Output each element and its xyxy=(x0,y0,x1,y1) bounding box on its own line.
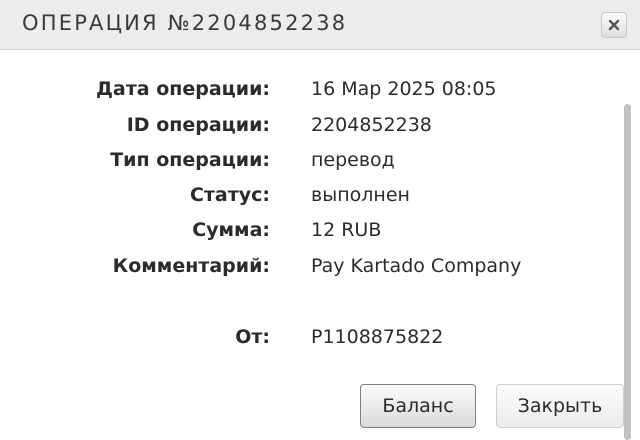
close-dialog-button[interactable]: Закрыть xyxy=(496,384,624,428)
detail-row-comment: Комментарий: Pay Kartado Company xyxy=(0,251,620,281)
type-value: перевод xyxy=(311,149,395,171)
close-button[interactable] xyxy=(601,12,627,38)
comment-label: Комментарий: xyxy=(112,255,270,277)
id-label: ID операции: xyxy=(126,114,270,136)
balance-button[interactable]: Баланс xyxy=(360,384,476,428)
date-label: Дата операции: xyxy=(96,78,270,100)
type-label: Тип операции: xyxy=(110,149,270,171)
detail-row-amount: Сумма: 12 RUB xyxy=(0,215,620,245)
detail-row-type: Тип операции: перевод xyxy=(0,145,620,175)
id-value: 2204852238 xyxy=(311,114,432,136)
status-label: Статус: xyxy=(189,184,270,206)
detail-row-date: Дата операции: 16 Мар 2025 08:05 xyxy=(0,74,620,104)
detail-row-id: ID операции: 2204852238 xyxy=(0,110,620,140)
status-value: выполнен xyxy=(311,184,410,206)
vertical-scrollbar[interactable] xyxy=(624,104,631,440)
amount-label: Сумма: xyxy=(192,219,270,241)
detail-row-status: Статус: выполнен xyxy=(0,180,620,210)
dialog-title: ОПЕРАЦИЯ №2204852238 xyxy=(22,11,348,35)
from-label: От: xyxy=(235,326,270,348)
dialog-titlebar: ОПЕРАЦИЯ №2204852238 xyxy=(0,0,640,50)
amount-value: 12 RUB xyxy=(311,219,382,241)
detail-row-from: От: P1108875822 xyxy=(0,322,620,352)
close-icon xyxy=(608,19,620,31)
date-value: 16 Мар 2025 08:05 xyxy=(311,78,497,100)
comment-value: Pay Kartado Company xyxy=(311,255,522,277)
from-value: P1108875822 xyxy=(311,326,444,348)
dialog-content: Дата операции: 16 Мар 2025 08:05 ID опер… xyxy=(0,51,640,440)
operation-dialog: ОПЕРАЦИЯ №2204852238 Дата операции: 16 М… xyxy=(0,0,640,440)
